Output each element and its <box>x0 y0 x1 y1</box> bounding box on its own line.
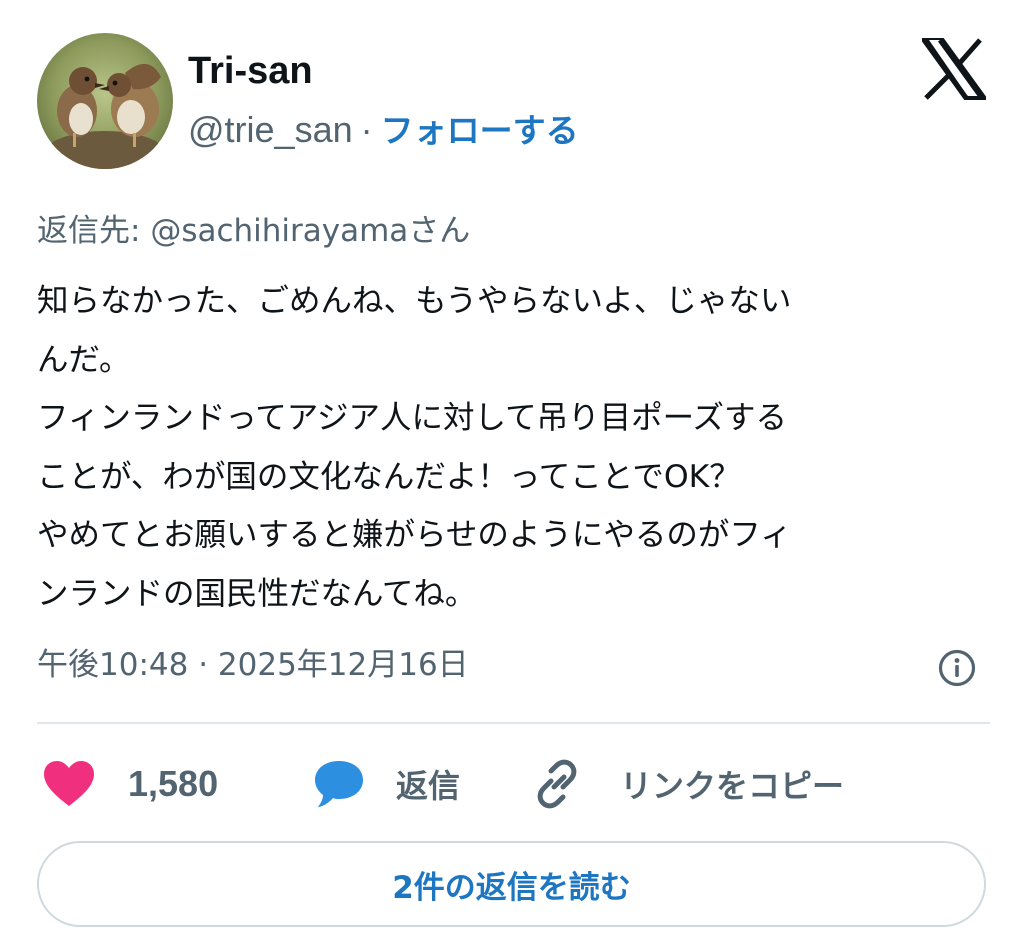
tweet-timestamp[interactable]: 午後10:48 · 2025年12月16日 <box>37 642 469 688</box>
tweet-text-line: んだ。 <box>37 341 131 378</box>
like-button[interactable]: 1,580 <box>42 756 218 812</box>
link-icon <box>537 759 577 809</box>
tweet-text-line: やめてとお願いすると嫌がらせのようにやるのがフィ <box>37 517 792 553</box>
author-handle-row: @trie_san · フォローする <box>188 108 579 153</box>
copy-link-button[interactable]: リンクをコピー <box>530 756 844 812</box>
divider <box>37 722 990 724</box>
follow-link[interactable]: フォローする <box>381 111 579 150</box>
reply-label: 返信 <box>396 767 461 805</box>
separator-dot: · <box>360 109 373 150</box>
reply-bubble-icon <box>315 761 363 807</box>
author-handle[interactable]: @trie_san <box>188 109 353 150</box>
reply-to-line: 返信先: @sachihirayamaさん <box>37 208 470 254</box>
tweet-text-line: 知らなかった、ごめんね、もうやらないよ、じゃない <box>37 283 792 319</box>
tweet-text: 知らなかった、ごめんね、もうやらないよ、じゃない んだ。 フィンランドってアジア… <box>37 272 992 623</box>
like-count: 1,580 <box>128 763 219 804</box>
tweet-text-line: フィンランドってアジア人に対して吊り目ポーズする <box>37 400 788 436</box>
avatar[interactable] <box>37 33 173 169</box>
reply-to-mention[interactable]: @sachihirayamaさん <box>150 213 470 249</box>
reply-to-prefix: 返信先: <box>37 213 141 249</box>
reply-button[interactable]: 返信 <box>312 756 460 812</box>
tweet-text-line: ンランドの国民性だなんてね。 <box>37 575 477 612</box>
read-replies-button[interactable]: 2件の返信を読む <box>37 841 986 927</box>
heart-icon <box>44 761 94 806</box>
tweet-embed-card: Tri-san @trie_san · フォローする 返信先: @sachihira… <box>0 0 1013 948</box>
x-logo-icon[interactable] <box>919 37 989 101</box>
tweet-text-line: ことが、わが国の文化なんだよ！ってことでOK？ <box>37 458 741 495</box>
info-icon[interactable] <box>937 648 977 688</box>
author-display-name[interactable]: Tri-san <box>188 48 313 94</box>
copy-link-label: リンクをコピー <box>620 767 845 805</box>
sparrows-avatar-image <box>37 33 173 169</box>
